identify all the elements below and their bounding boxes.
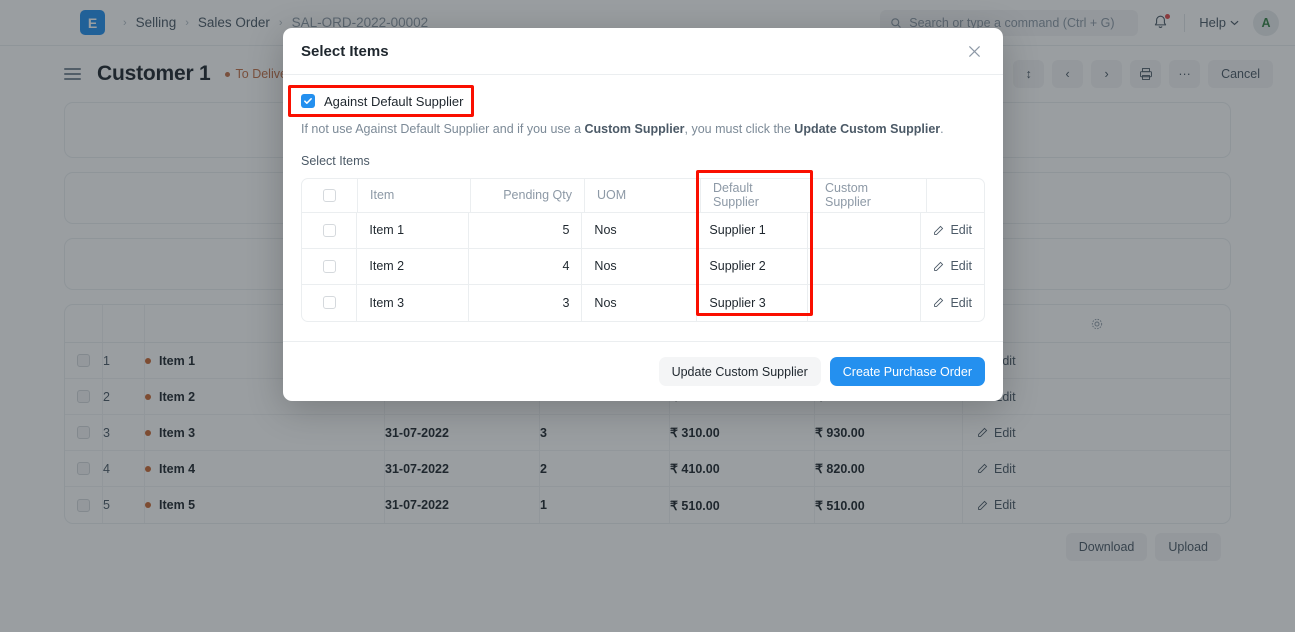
edit-label: Edit <box>950 295 972 310</box>
cell-uom: Nos <box>582 284 698 321</box>
checkbox-icon <box>322 259 336 273</box>
row-checkbox[interactable] <box>302 284 358 321</box>
hint-part-2: , you must click the <box>684 122 795 136</box>
create-purchase-order-button[interactable]: Create Purchase Order <box>829 357 985 386</box>
select-items-table: Item Pending Qty UOM Default Supplier Cu… <box>301 177 985 322</box>
hint-text: If not use Against Default Supplier and … <box>301 121 985 139</box>
close-icon[interactable] <box>963 40 985 62</box>
pencil-icon <box>934 261 944 271</box>
modal-body: Against Default Supplier If not use Agai… <box>283 75 1003 341</box>
checkbox-icon <box>322 296 336 309</box>
checkbox-checked-icon <box>301 94 315 108</box>
modal-footer: Update Custom Supplier Create Purchase O… <box>283 341 1003 401</box>
app-root: E › Selling › Sales Order › SAL-ORD-2022… <box>0 0 1295 632</box>
modal-header: Select Items <box>283 28 1003 75</box>
modal-title: Select Items <box>301 42 389 60</box>
column-header-pending-qty: Pending Qty <box>471 178 585 212</box>
hint-bold-custom-supplier: Custom Supplier <box>584 122 685 136</box>
cell-pending-qty: 3 <box>469 284 583 321</box>
cell-uom: Nos <box>582 248 698 284</box>
cell-item: Item 1 <box>357 212 470 248</box>
column-header-uom: UOM <box>585 178 701 212</box>
hint-part-1: If not use Against Default Supplier and … <box>301 122 585 136</box>
cell-default-supplier: Supplier 3 <box>697 284 809 321</box>
select-all-checkbox[interactable] <box>302 178 358 212</box>
column-header-default-supplier: Default Supplier <box>701 178 813 212</box>
hint-part-3: . <box>940 122 944 136</box>
select-items-modal: Select Items Against Default Supplier If… <box>283 28 1003 401</box>
cell-item: Item 2 <box>357 248 470 284</box>
checkbox-icon <box>322 223 336 237</box>
column-header-item: Item <box>358 178 471 212</box>
cell-default-supplier: Supplier 1 <box>697 212 809 248</box>
checkbox-icon <box>323 188 336 202</box>
pencil-icon <box>934 297 944 307</box>
table-row[interactable]: Item 3 3 Nos Supplier 3 Edit <box>302 284 984 321</box>
against-default-supplier-checkbox[interactable]: Against Default Supplier <box>301 90 985 112</box>
row-checkbox[interactable] <box>302 248 358 284</box>
select-items-label: Select Items <box>301 153 370 168</box>
checkbox-label: Against Default Supplier <box>324 93 464 109</box>
cell-pending-qty: 4 <box>469 248 583 284</box>
table-body: Item 1 5 Nos Supplier 1 Edit Item 2 4 Nos Suppli… <box>302 212 984 321</box>
column-header-actions <box>927 179 984 212</box>
cell-item: Item 3 <box>357 284 470 321</box>
column-header-custom-supplier: Custom Supplier <box>813 178 927 212</box>
update-custom-supplier-button[interactable]: Update Custom Supplier <box>658 357 821 386</box>
cell-custom-supplier <box>808 248 922 284</box>
table-header-row: Item Pending Qty UOM Default Supplier Cu… <box>302 178 984 213</box>
row-checkbox[interactable] <box>302 212 358 248</box>
edit-label: Edit <box>950 259 972 273</box>
table-row[interactable]: Item 2 4 Nos Supplier 2 Edit <box>302 248 984 285</box>
cell-custom-supplier <box>808 212 922 248</box>
edit-label: Edit <box>950 223 972 237</box>
row-edit-button[interactable]: Edit <box>921 285 984 321</box>
row-edit-button[interactable]: Edit <box>921 213 984 248</box>
row-edit-button[interactable]: Edit <box>921 249 984 284</box>
hint-bold-update-custom-supplier: Update Custom Supplier <box>794 122 941 136</box>
pencil-icon <box>934 225 944 235</box>
cell-pending-qty: 5 <box>469 212 583 248</box>
cell-uom: Nos <box>582 212 698 248</box>
cell-default-supplier: Supplier 2 <box>697 248 809 284</box>
cell-custom-supplier <box>808 284 922 321</box>
table-row[interactable]: Item 1 5 Nos Supplier 1 Edit <box>302 212 984 249</box>
